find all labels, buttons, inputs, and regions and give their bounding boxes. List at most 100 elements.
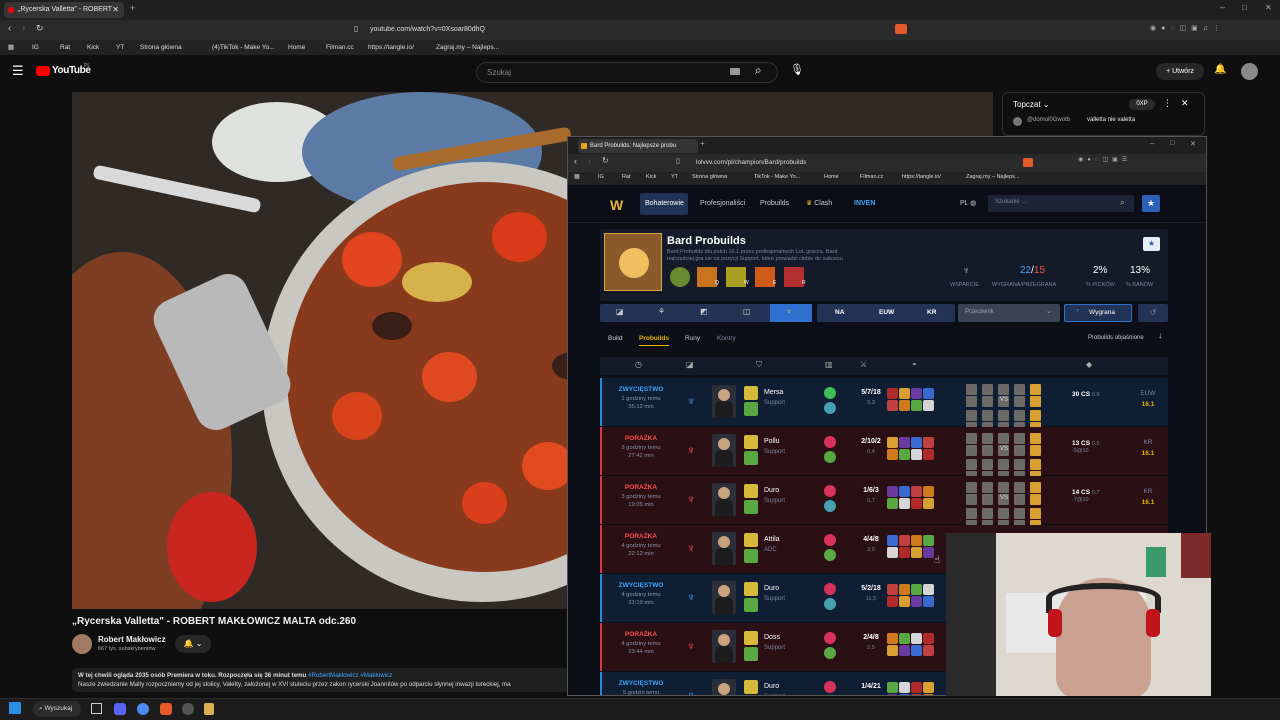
ability-r-icon[interactable] <box>784 267 804 287</box>
team-champion-icon[interactable] <box>1014 508 1025 519</box>
team-champion-icon[interactable] <box>1030 494 1041 505</box>
player-photo[interactable] <box>712 483 736 516</box>
inner-reload-icon[interactable]: ↻ <box>602 156 609 165</box>
filter-support-active[interactable]: ♆ <box>770 304 812 322</box>
team-champion-icon[interactable] <box>1014 459 1025 470</box>
team-champion-icon[interactable] <box>982 482 993 493</box>
item-icon[interactable] <box>899 388 910 399</box>
bookmark-tiktok[interactable]: (4)TikTok - Make Yo... <box>212 42 275 53</box>
item-icon[interactable] <box>911 535 922 546</box>
back-icon[interactable]: ‹ <box>8 23 11 34</box>
probuild-row[interactable]: ZWYCIĘSTWO 1 godziny temu 35:12 min ♆ Mersa S… <box>600 378 1168 433</box>
tab-probuilds[interactable]: Probuilds <box>639 335 669 342</box>
team-champion-icon[interactable] <box>1030 384 1041 395</box>
maximize-icon[interactable]: □ <box>1242 3 1247 12</box>
more-options-icon[interactable]: ⋮ <box>1163 98 1172 109</box>
windows-start-icon[interactable] <box>9 702 21 714</box>
team-champion-icon[interactable] <box>982 410 993 421</box>
reset-filter-icon[interactable]: ↺ <box>1138 304 1168 322</box>
site-search-input[interactable]: Szukanie ... ⌕ <box>988 195 1134 212</box>
champion-favorite-icon[interactable]: ★ <box>1143 237 1160 251</box>
bookmark-zagraj[interactable]: Zagraj.my – Najleps... <box>436 42 499 53</box>
create-button[interactable]: + Utwórz <box>1156 63 1204 80</box>
outer-tab[interactable]: „Rycerska Valletta" - ROBERT ✕ <box>4 2 124 18</box>
item-icon[interactable] <box>899 449 910 460</box>
team-champion-icon[interactable] <box>966 384 977 395</box>
team-champion-icon[interactable] <box>1014 494 1025 505</box>
item-icon[interactable] <box>923 400 934 411</box>
team-champion-icon[interactable] <box>998 433 1009 444</box>
item-icon[interactable] <box>911 633 922 644</box>
close-chat-icon[interactable]: ✕ <box>1181 98 1189 109</box>
team-champion-icon[interactable] <box>982 494 993 505</box>
bookmark-home[interactable]: Strona główna <box>140 42 182 53</box>
inner-minimize-icon[interactable]: – <box>1150 139 1154 148</box>
inner-bookmark-ig[interactable]: IG <box>598 174 604 180</box>
team-champion-icon[interactable] <box>982 433 993 444</box>
inner-bookmark-icon[interactable]: ▯ <box>676 157 680 165</box>
item-icon[interactable] <box>887 498 898 509</box>
team-champion-icon[interactable] <box>966 482 977 493</box>
player-name[interactable]: Attila <box>764 536 780 543</box>
team-champion-icon[interactable] <box>966 445 977 456</box>
extensions-icon[interactable]: ◉●◌◫▣♫⋮ <box>1150 24 1260 34</box>
team-champion-icon[interactable] <box>998 482 1009 493</box>
inner-bookmark-home[interactable]: Strona główna <box>692 174 727 180</box>
item-icon[interactable] <box>887 486 898 497</box>
item-icon[interactable] <box>899 535 910 546</box>
item-icon[interactable] <box>887 596 898 607</box>
team-champion-icon[interactable] <box>1014 482 1025 493</box>
team-champion-icon[interactable] <box>982 459 993 470</box>
team-champion-icon[interactable] <box>966 433 977 444</box>
taskbar-search[interactable]: ⌕ Wyszukaj <box>33 701 81 717</box>
tab-counters[interactable]: Kontry <box>717 335 736 342</box>
item-icon[interactable] <box>911 498 922 509</box>
item-icon[interactable] <box>911 682 922 693</box>
team-champion-icon[interactable] <box>1014 396 1025 407</box>
team-champion-icon[interactable] <box>1030 396 1041 407</box>
player-name[interactable]: Duro <box>764 487 779 494</box>
item-icon[interactable] <box>887 645 898 656</box>
app-icon[interactable] <box>204 703 214 715</box>
site-search-icon[interactable]: ⌕ <box>1120 197 1125 208</box>
team-champion-icon[interactable] <box>1014 384 1025 395</box>
team-champion-icon[interactable] <box>966 410 977 421</box>
team-champion-icon[interactable] <box>1030 410 1041 421</box>
item-icon[interactable] <box>887 449 898 460</box>
item-icon[interactable] <box>911 388 922 399</box>
player-name[interactable]: Mersa <box>764 389 783 396</box>
inner-bookmark-rat[interactable]: Rat <box>622 174 631 180</box>
avatar[interactable] <box>1241 63 1258 80</box>
notifications-icon[interactable]: 🔔 <box>1214 64 1226 75</box>
ability-q-icon[interactable] <box>697 267 717 287</box>
team-champion-icon[interactable] <box>1014 410 1025 421</box>
item-icon[interactable] <box>899 400 910 411</box>
item-icon[interactable] <box>923 584 934 595</box>
team-champion-icon[interactable] <box>1030 508 1041 519</box>
item-icon[interactable] <box>923 535 934 546</box>
close-tab-icon[interactable]: ✕ <box>112 2 119 18</box>
region-kr[interactable]: KR <box>927 309 936 316</box>
item-icon[interactable] <box>887 694 898 695</box>
chat-username[interactable]: @domol0Gwotb <box>1027 117 1070 123</box>
search-icon[interactable]: ⌕ <box>755 63 762 78</box>
opponent-select[interactable]: Przeciwnik ⌄ <box>958 304 1060 322</box>
chat-mode-dropdown[interactable]: Topczat ⌄ <box>1013 100 1050 109</box>
team-champion-icon[interactable] <box>982 445 993 456</box>
item-icon[interactable] <box>887 535 898 546</box>
nav-clash[interactable]: ♛ Clash <box>806 197 832 211</box>
player-name[interactable]: Duro <box>764 585 779 592</box>
item-icon[interactable] <box>899 486 910 497</box>
new-tab-icon[interactable]: + <box>130 3 135 13</box>
ability-e-icon[interactable] <box>755 267 775 287</box>
item-icon[interactable] <box>923 645 934 656</box>
item-icon[interactable] <box>899 437 910 448</box>
video-description[interactable]: W tej chwili ogląda 2035 osób Premiera w… <box>72 668 568 692</box>
bookmark-icon[interactable]: ▯ <box>354 24 358 33</box>
item-icon[interactable] <box>923 547 934 558</box>
item-icon[interactable] <box>923 486 934 497</box>
item-icon[interactable] <box>899 682 910 693</box>
inner-bookmark-zagraj[interactable]: Zagraj.my – Najleps... <box>966 174 1020 180</box>
item-icon[interactable] <box>923 633 934 644</box>
item-icon[interactable] <box>887 682 898 693</box>
